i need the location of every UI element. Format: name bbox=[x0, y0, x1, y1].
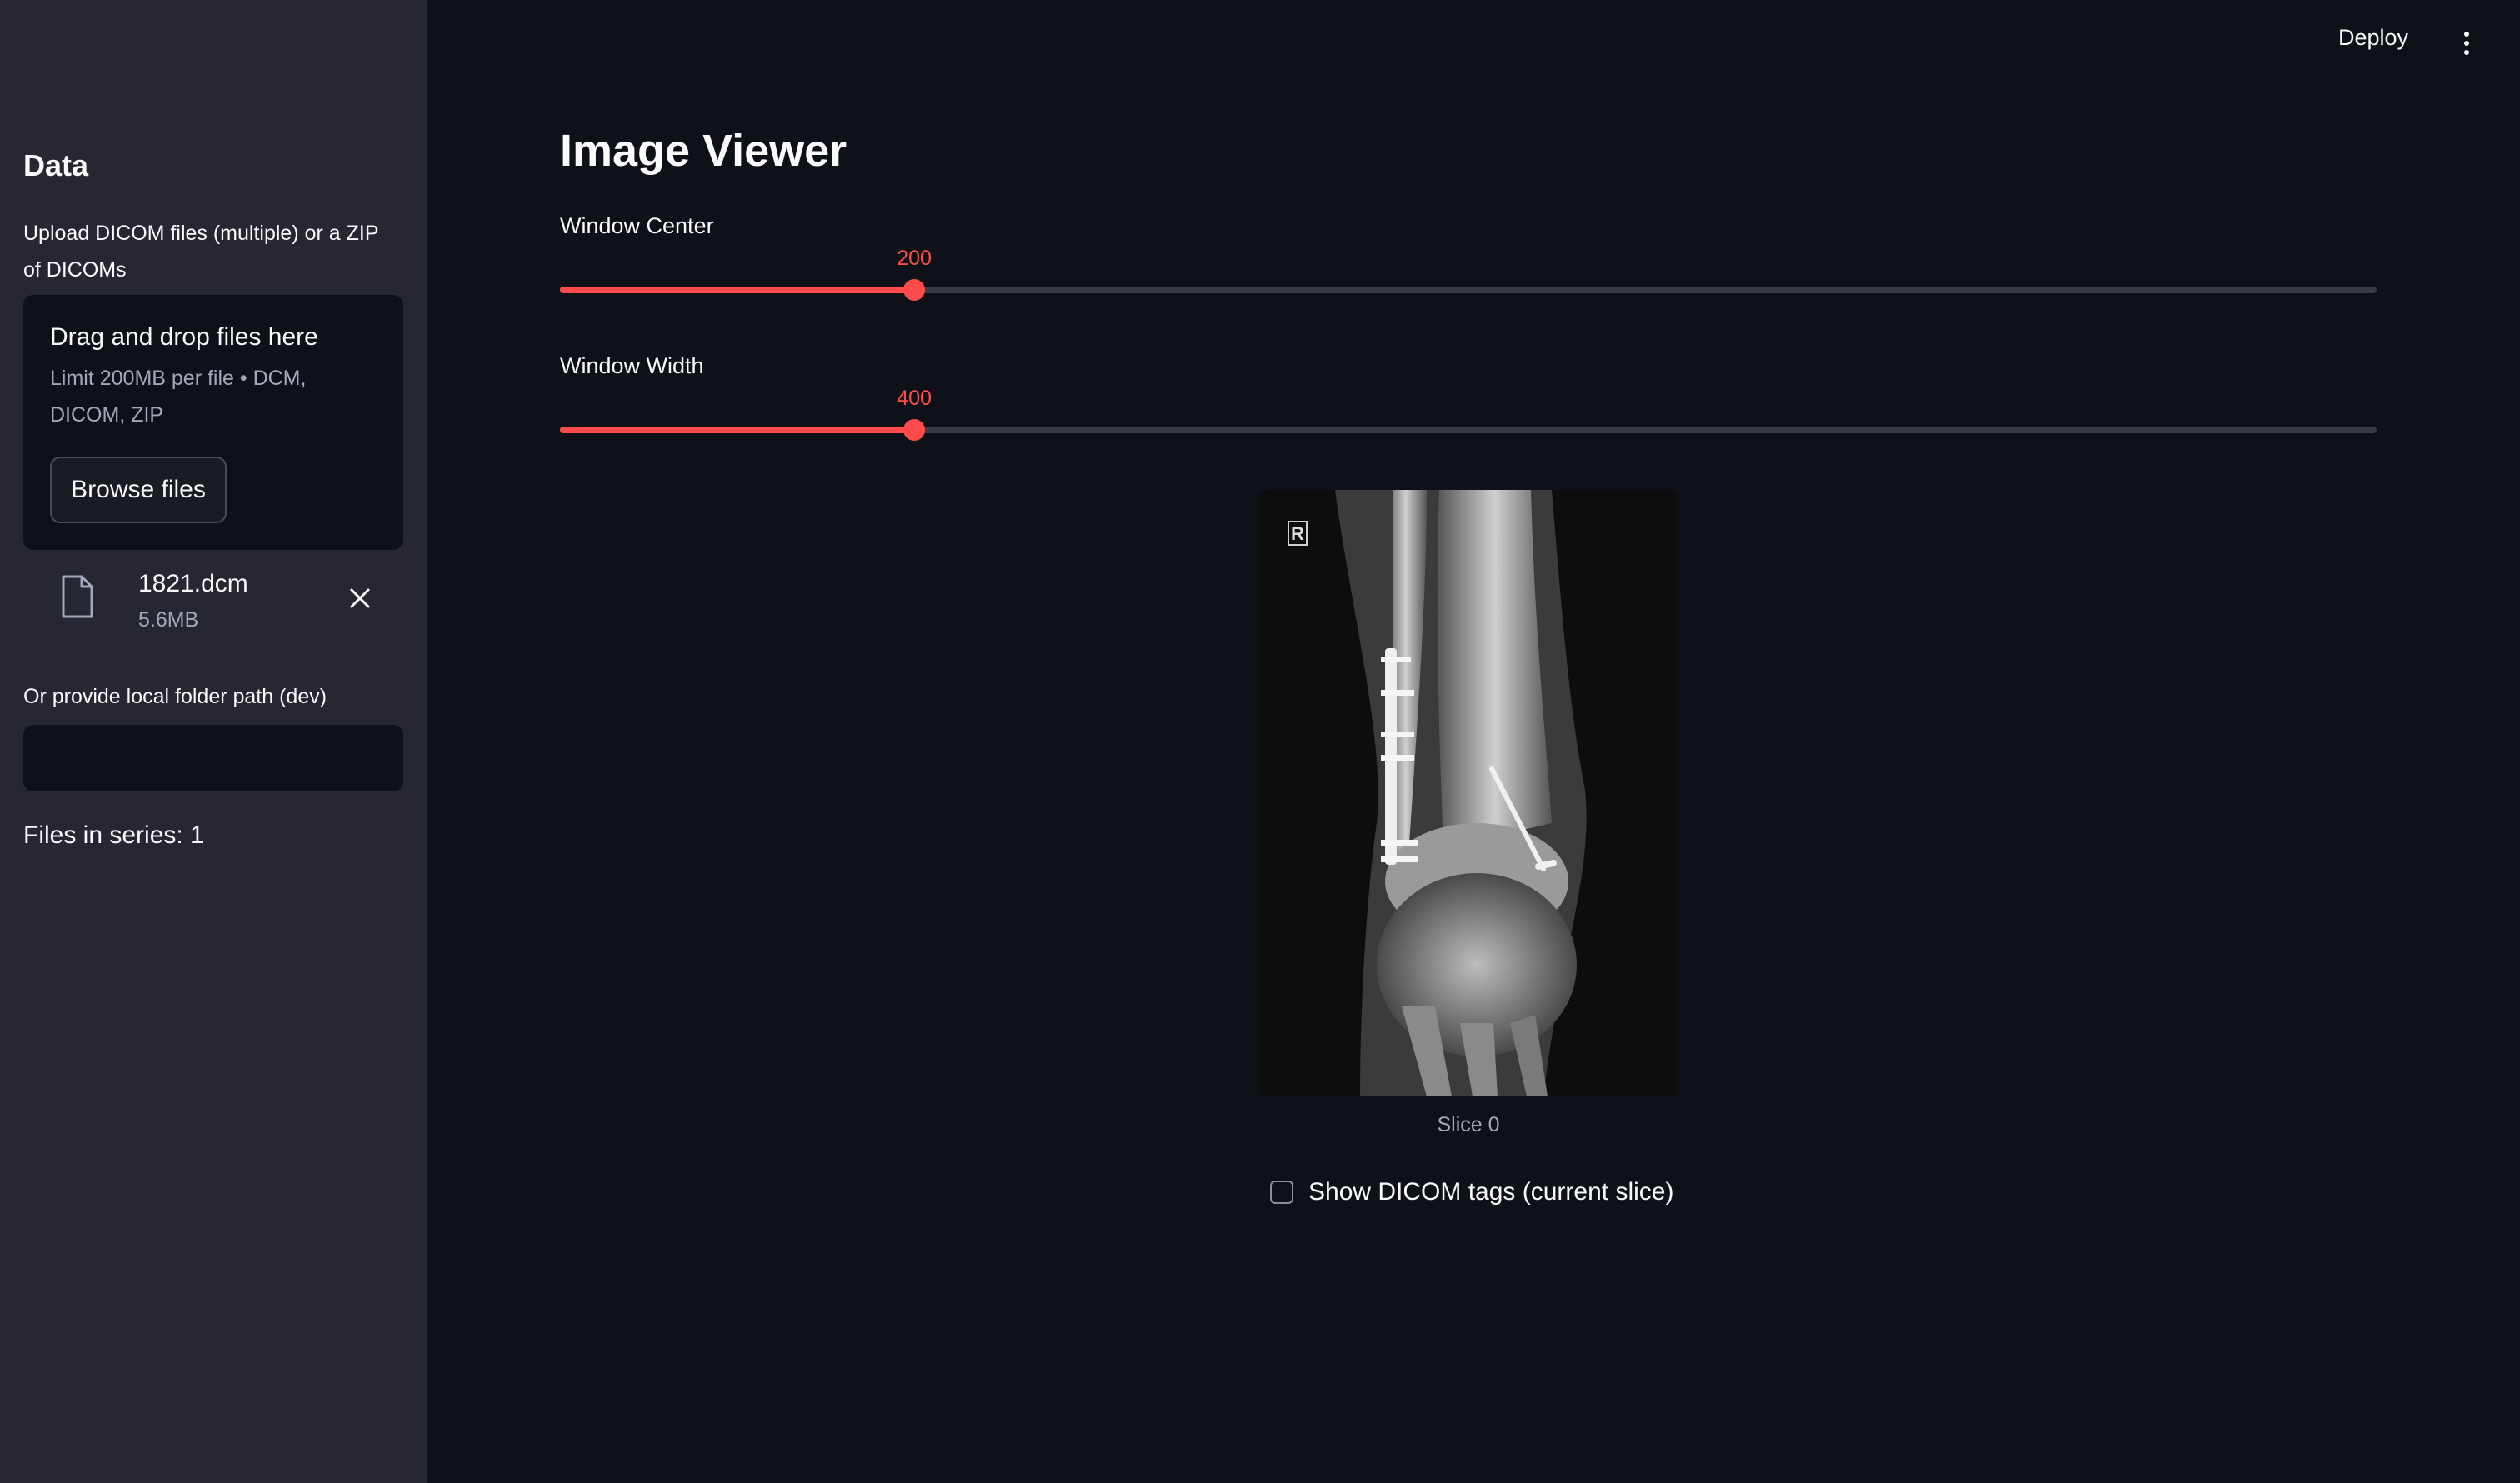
file-dropzone[interactable]: Drag and drop files here Limit 200MB per… bbox=[23, 295, 403, 550]
upload-label: Upload DICOM files (multiple) or a ZIP o… bbox=[23, 222, 379, 282]
window-width-fill bbox=[560, 427, 915, 433]
image-caption: Slice 0 bbox=[1437, 1113, 1500, 1136]
uploaded-file-row: 1821.dcm 5.6MB bbox=[23, 567, 403, 638]
show-dicom-tags-checkbox[interactable] bbox=[1270, 1181, 1293, 1204]
folder-path-input[interactable] bbox=[23, 725, 403, 791]
show-dicom-tags-label: Show DICOM tags (current slice) bbox=[1308, 1178, 1674, 1206]
file-size: 5.6MB bbox=[138, 608, 199, 632]
show-dicom-tags-toggle[interactable]: Show DICOM tags (current slice) bbox=[1270, 1178, 1673, 1206]
image-marker: R bbox=[1291, 523, 1304, 544]
dropzone-limits: Limit 200MB per file • DCM, DICOM, ZIP bbox=[50, 367, 307, 427]
sidebar-title: Data bbox=[23, 148, 89, 182]
window-center-thumb[interactable] bbox=[903, 279, 926, 301]
deploy-button[interactable]: Deploy bbox=[2338, 25, 2408, 51]
file-name: 1821.dcm bbox=[138, 570, 248, 597]
close-icon[interactable] bbox=[340, 578, 380, 618]
page-title: Image Viewer bbox=[560, 126, 848, 176]
window-width-slider[interactable] bbox=[560, 419, 2377, 441]
more-vertical-icon[interactable] bbox=[2453, 25, 2480, 62]
sidebar: Data Upload DICOM files (multiple) or a … bbox=[0, 0, 427, 1483]
browse-files-button[interactable]: Browse files bbox=[50, 457, 227, 523]
folder-path-label: Or provide local folder path (dev) bbox=[23, 685, 328, 708]
dicom-image: R bbox=[1260, 490, 1677, 1096]
window-center-label: Window Center bbox=[560, 213, 714, 238]
window-center-slider[interactable] bbox=[560, 279, 2377, 301]
file-icon bbox=[60, 575, 93, 622]
dropzone-title: Drag and drop files here bbox=[50, 323, 318, 351]
window-center-fill bbox=[560, 287, 915, 293]
window-center-value: 200 bbox=[897, 247, 932, 270]
window-width-value: 400 bbox=[897, 387, 932, 410]
window-width-thumb[interactable] bbox=[903, 419, 926, 441]
files-in-series: Files in series: 1 bbox=[23, 821, 204, 849]
window-width-label: Window Width bbox=[560, 353, 704, 378]
